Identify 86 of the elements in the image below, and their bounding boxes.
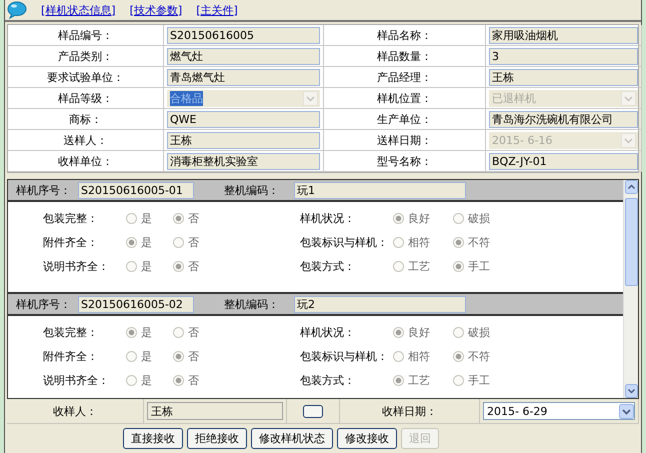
code-field[interactable]: 玩1 xyxy=(294,182,466,198)
field-label: 产品类别： xyxy=(8,46,164,67)
radio-option[interactable]: 是 xyxy=(126,348,173,364)
field-label: 样品等级： xyxy=(8,88,164,109)
check-label: 包装完整： xyxy=(43,324,99,340)
text-field[interactable]: 消毒柜整机实验室 xyxy=(167,152,320,170)
text-field[interactable]: BQZ-JY-01 xyxy=(489,152,638,170)
radio-option[interactable]: 否 xyxy=(173,258,300,274)
serial-field[interactable]: S20150616005-02 xyxy=(78,296,194,312)
check-label: 样机状况： xyxy=(300,210,356,226)
code-label: 整机编码： xyxy=(223,296,280,312)
text-field[interactable]: 家用吸油烟机 xyxy=(489,26,638,44)
check-label: 包装方式： xyxy=(300,258,356,274)
text-field[interactable]: 王栋 xyxy=(167,132,320,148)
radio-option[interactable]: 是 xyxy=(126,210,173,226)
check-label: 包装方式： xyxy=(300,372,356,388)
check-label: 附件齐全： xyxy=(43,234,99,250)
text-field[interactable]: 王栋 xyxy=(489,68,638,86)
radio-option[interactable]: 是 xyxy=(126,234,173,250)
text-field[interactable]: S20150616005 xyxy=(167,26,320,44)
field-label: 样品编号： xyxy=(8,25,164,46)
receiver-field[interactable]: 王栋 xyxy=(147,402,283,420)
speech-bubble-icon xyxy=(7,1,27,19)
field-label: 样机位置： xyxy=(324,88,486,109)
radio-option[interactable]: 相符 xyxy=(393,348,453,364)
field-label: 样品数量： xyxy=(324,46,486,67)
radio-option[interactable]: 破损 xyxy=(453,324,513,340)
check-label: 附件齐全： xyxy=(43,348,99,364)
text-field[interactable]: 青岛海尔洗碗机有限公司 xyxy=(489,110,638,128)
date-label: 收样日期： xyxy=(340,399,480,423)
radio-option[interactable]: 否 xyxy=(173,234,300,250)
field-label: 生产单位： xyxy=(324,109,486,130)
check-label: 包装完整： xyxy=(43,210,99,226)
date-dropdown[interactable]: 2015- 6-29 xyxy=(483,402,635,420)
tab-link[interactable]: [技术参数] xyxy=(130,2,182,18)
text-field[interactable]: QWE xyxy=(167,110,320,128)
code-label: 整机编码： xyxy=(223,182,280,198)
field-label: 要求试验单位： xyxy=(8,67,164,88)
scroll-up-icon xyxy=(624,180,638,194)
radio-option[interactable]: 手工 xyxy=(453,258,513,274)
tab-link[interactable]: [样机状态信息] xyxy=(41,2,116,18)
small-button[interactable] xyxy=(303,404,323,418)
action-button[interactable]: 修改样机状态 xyxy=(251,428,333,449)
text-field[interactable]: 青岛燃气灶 xyxy=(167,68,320,86)
serial-field[interactable]: S20150616005-01 xyxy=(78,182,194,198)
check-label: 包装标识与样机： xyxy=(300,348,389,364)
check-label: 说明书齐全： xyxy=(43,372,110,388)
radio-option[interactable]: 手工 xyxy=(453,372,513,388)
check-label: 包装标识与样机： xyxy=(300,234,389,250)
radio-option[interactable]: 良好 xyxy=(393,210,453,226)
field-label: 收样单位： xyxy=(8,151,164,172)
radio-option[interactable]: 相符 xyxy=(393,234,453,250)
field-label: 送样日期： xyxy=(324,130,486,151)
radio-option[interactable]: 否 xyxy=(173,372,300,388)
receiver-label: 收样人： xyxy=(7,399,144,423)
field-label: 产品经理： xyxy=(324,67,486,88)
text-field[interactable]: 燃气灶 xyxy=(167,48,320,64)
radio-option[interactable]: 是 xyxy=(126,258,173,274)
check-label: 说明书齐全： xyxy=(43,258,110,274)
radio-option[interactable]: 否 xyxy=(173,210,300,226)
serial-label: 样机序号： xyxy=(15,296,72,312)
radio-option[interactable]: 是 xyxy=(126,372,173,388)
scroll-thumb[interactable] xyxy=(624,198,638,286)
radio-option[interactable]: 工艺 xyxy=(393,258,453,274)
radio-option[interactable]: 工艺 xyxy=(393,372,453,388)
field-label: 商标： xyxy=(8,109,164,130)
action-button[interactable]: 修改接收 xyxy=(337,428,397,449)
radio-option[interactable]: 否 xyxy=(173,348,300,364)
field-label: 样品名称： xyxy=(324,25,486,46)
field-label: 送样人： xyxy=(8,130,164,151)
radio-option[interactable]: 是 xyxy=(126,324,173,340)
check-label: 样机状况： xyxy=(300,324,356,340)
code-field[interactable]: 玩2 xyxy=(294,296,466,312)
serial-label: 样机序号： xyxy=(15,182,72,198)
radio-option[interactable]: 否 xyxy=(173,324,300,340)
action-button[interactable]: 直接接收 xyxy=(123,428,183,449)
scrollbar[interactable] xyxy=(623,180,638,398)
radio-option[interactable]: 不符 xyxy=(453,348,513,364)
tab-link[interactable]: [主关件] xyxy=(196,2,238,18)
text-field[interactable]: 3 xyxy=(489,48,638,64)
radio-option[interactable]: 破损 xyxy=(453,210,513,226)
scroll-down-icon xyxy=(624,384,638,398)
field-label: 型号名称： xyxy=(324,151,486,172)
radio-option[interactable]: 不符 xyxy=(453,234,513,250)
action-button[interactable]: 拒绝接收 xyxy=(187,428,247,449)
radio-option[interactable]: 良好 xyxy=(393,324,453,340)
